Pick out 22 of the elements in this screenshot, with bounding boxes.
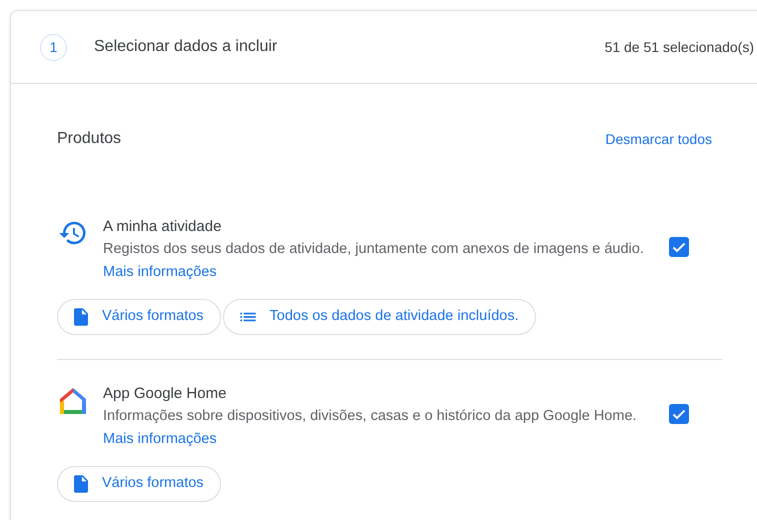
format-chip[interactable]: Vários formatos xyxy=(57,299,221,335)
check-icon xyxy=(672,242,686,252)
house-icon xyxy=(57,385,89,417)
document-icon xyxy=(74,308,88,326)
list-icon xyxy=(240,311,256,323)
product-name: App Google Home xyxy=(103,384,228,404)
deselect-all-link[interactable]: Desmarcar todos xyxy=(605,128,712,150)
product-name: A minha atividade xyxy=(103,217,222,237)
step-number: 1 xyxy=(40,34,67,60)
section-title: Produtos xyxy=(57,129,122,149)
step-title: Selecionar dados a incluir xyxy=(94,37,278,57)
selection-count: 51 de 51 selecionado(s) xyxy=(604,38,754,57)
product-description: Registos dos seus dados de atividade, juntamente com anexos de imagens e áudio. Mais informações xyxy=(103,240,645,282)
check-icon xyxy=(672,408,686,420)
product-description: Informações sobre dispositivos, divisões, casas e o histórico da app Google Home. Mais informações xyxy=(103,407,638,449)
document-icon xyxy=(74,475,88,493)
more-info-link[interactable]: Mais informações xyxy=(103,431,217,447)
more-info-link[interactable]: Mais informações xyxy=(103,264,217,280)
format-chip[interactable]: Vários formatos xyxy=(57,466,221,502)
checkbox[interactable] xyxy=(669,237,689,257)
checkbox[interactable] xyxy=(669,404,689,424)
format-chip[interactable]: Todos os dados de atividade incluídos. xyxy=(222,299,536,335)
